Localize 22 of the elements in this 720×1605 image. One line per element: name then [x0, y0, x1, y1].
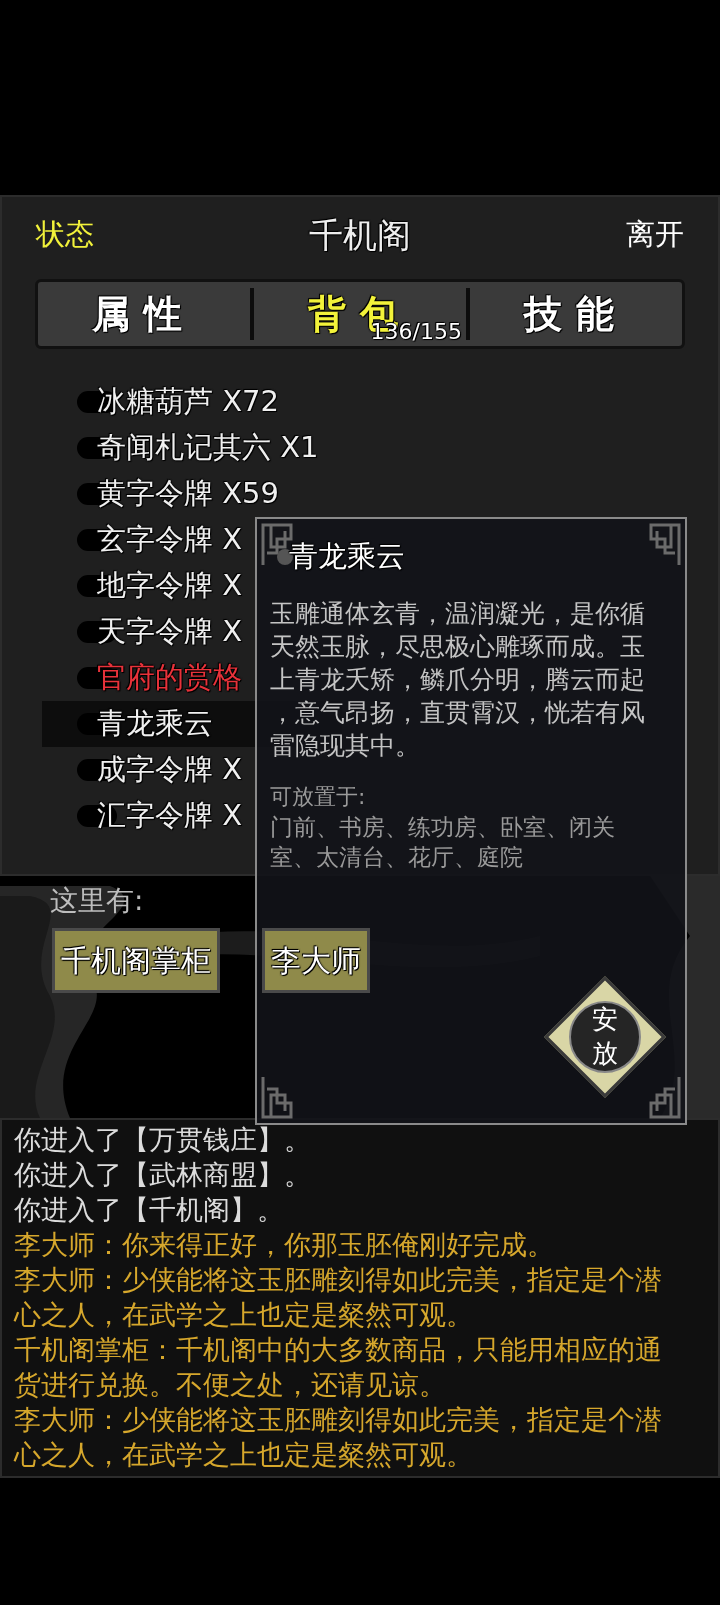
inventory-item[interactable]: 冰糖葫芦 X72 [42, 379, 342, 425]
inventory-item[interactable]: 奇闻札记其六 X1 [42, 425, 342, 471]
npc-button[interactable]: 千机阁掌柜 [52, 928, 220, 993]
npc-button[interactable]: 李大师 [262, 928, 370, 993]
place-list: 门前、书房、练功房、卧室、闭关室、太清台、花厅、庭院 [270, 811, 630, 872]
status-button[interactable]: 状态 [36, 213, 94, 257]
tab[interactable]: 属性 [38, 282, 250, 346]
log-message: 李大师：你来得正好，你那玉胚俺刚好完成。 [14, 1228, 555, 1262]
log-message: 你进入了【万贯钱庄】。 [14, 1123, 312, 1157]
place-button[interactable]: 安放 [543, 975, 667, 1099]
inventory-item[interactable]: 黄字令牌 X59 [42, 471, 342, 517]
log-message: 你进入了【武林商盟】。 [14, 1158, 312, 1192]
shop-title: 千机阁 [309, 213, 411, 257]
log-message: 你进入了【千机阁】。 [14, 1193, 285, 1227]
log-message: 李大师：少侠能将这玉胚雕刻得如此完美，指定是个潜心之人，在武学之上也定是粲然可观。 [14, 1263, 663, 1332]
place-label: 可放置于: [270, 782, 367, 811]
log-message: 千机阁掌柜：千机阁中的大多数商品，只能用相应的通货进行兑换。不便之处，还请见谅。 [14, 1333, 663, 1402]
popup-title: 青龙乘云 [289, 538, 405, 575]
log-message: 李大师：少侠能将这玉胚雕刻得如此完美，指定是个潜心之人，在武学之上也定是粲然可观。 [14, 1403, 663, 1472]
here-label: 这里有: [50, 884, 144, 917]
tab[interactable]: 技能 [470, 282, 682, 346]
leave-button[interactable]: 离开 [626, 213, 684, 257]
